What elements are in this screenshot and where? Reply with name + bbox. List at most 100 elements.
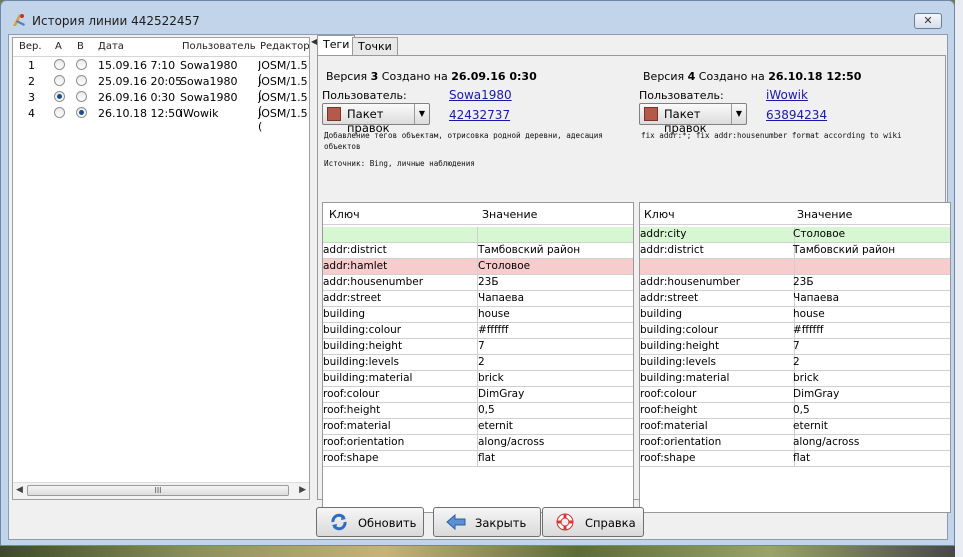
scrollbar-thumb[interactable]: III (27, 485, 289, 496)
chevron-down-icon[interactable]: ▼ (731, 104, 746, 124)
tag-key: roof:material (640, 420, 708, 432)
left-user-label: Пользователь: (322, 89, 407, 102)
tag-row[interactable]: roof:height 0,5 (640, 403, 950, 419)
version-number: 3 (28, 91, 35, 104)
radio-b[interactable] (76, 75, 87, 86)
col-a-header[interactable]: A (55, 41, 62, 52)
tag-value: Чапаева (793, 292, 840, 304)
tag-row[interactable]: addr:street Чапаева (323, 291, 633, 307)
tag-row[interactable]: roof:colour DimGray (640, 387, 950, 403)
version-row[interactable]: 3 26.09.16 0:30 Sowa1980 JOSM/1.5 ( (13, 90, 309, 117)
tag-row[interactable]: building house (323, 307, 633, 323)
tag-row[interactable]: roof:height 0,5 (323, 403, 633, 419)
col-b-header[interactable]: B (77, 41, 84, 52)
tag-row[interactable]: addr:district Тамбовский район (323, 243, 633, 259)
tag-row[interactable]: roof:shape flat (640, 451, 950, 467)
version-date: 15.09.16 7:10 (98, 59, 176, 72)
tags-tab-panel: Версия 3 Создано на 26.09.16 0:30 Пользо… (317, 55, 951, 513)
tag-row[interactable]: building:height 7 (323, 339, 633, 355)
left-tags-header: Ключ Значение (323, 203, 633, 225)
tag-row[interactable]: addr:street Чапаева (640, 291, 950, 307)
tag-row[interactable]: building:colour #ffffff (323, 323, 633, 339)
radio-a[interactable] (54, 59, 65, 70)
tag-row[interactable]: building:height 7 (640, 339, 950, 355)
col-user-header[interactable]: Пользователь (182, 41, 256, 52)
version-row[interactable]: 1 15.09.16 7:10 Sowa1980 JOSM/1.5 ( (13, 58, 309, 85)
tag-value: Тамбовский район (793, 244, 896, 256)
close-button[interactable]: Закрыть (433, 507, 541, 537)
horizontal-scrollbar[interactable]: ◀ III ▶ (13, 482, 309, 499)
tag-row[interactable]: addr:housenumber 23Б (640, 275, 950, 291)
title-bar[interactable]: История линии 442522457 ✕ (1, 1, 954, 37)
version-date: 25.09.16 20:05 (98, 75, 183, 88)
column-divider (794, 259, 795, 274)
tag-row[interactable]: addr:city Столовое (640, 227, 950, 243)
tag-value: Столовое (478, 260, 531, 272)
version-row[interactable]: 2 25.09.16 20:05 Sowa1980 JOSM/1.5 ( (13, 74, 309, 101)
radio-a[interactable] (54, 107, 65, 118)
version-date: 26.09.16 0:30 (98, 91, 176, 104)
right-changeset-comment: fix addr:*; fix addr:housenumber format … (641, 131, 902, 140)
scroll-right-icon[interactable]: ▶ (299, 485, 306, 495)
tag-row[interactable]: building:material brick (323, 371, 633, 387)
col-ver-header[interactable]: Вер. (19, 41, 42, 52)
tag-row[interactable]: building:material brick (640, 371, 950, 387)
tag-row[interactable]: building:colour #ffffff (640, 323, 950, 339)
tag-key: building:height (640, 340, 720, 352)
version-user: Sowa1980 (180, 91, 238, 104)
radio-b[interactable] (76, 91, 87, 102)
tag-key: roof:shape (640, 452, 696, 464)
left-changeset-source: Источник: Bing, личные наблюдения (324, 159, 475, 168)
tag-row[interactable]: roof:orientation along/across (640, 435, 950, 451)
window-close-button[interactable]: ✕ (914, 13, 942, 29)
tag-row[interactable]: addr:hamlet Столовое (323, 259, 633, 275)
tag-row[interactable]: roof:colour DimGray (323, 387, 633, 403)
tag-value: DimGray (793, 388, 840, 400)
col-editor-header[interactable]: Редактор (260, 41, 310, 52)
radio-a[interactable] (54, 75, 65, 86)
tag-value: house (793, 308, 825, 320)
tag-row[interactable] (640, 259, 950, 275)
tag-key: roof:height (323, 404, 381, 416)
tag-row[interactable]: addr:district Тамбовский район (640, 243, 950, 259)
tab-nodes[interactable]: Точки (352, 37, 398, 56)
tag-key: roof:orientation (323, 436, 405, 448)
col-date-header[interactable]: Дата (98, 41, 124, 52)
window-title: История линии 442522457 (32, 14, 200, 28)
tag-row[interactable]: building house (640, 307, 950, 323)
tag-row[interactable]: roof:material eternit (640, 419, 950, 435)
tag-value: 7 (793, 340, 800, 352)
tag-row[interactable]: roof:shape flat (323, 451, 633, 467)
tag-row[interactable] (323, 227, 633, 243)
tag-value: #ffffff (478, 324, 509, 336)
help-button[interactable]: Справка (542, 507, 644, 537)
back-arrow-icon (446, 513, 466, 531)
tag-value: along/across (478, 436, 545, 448)
version-date: 26.10.18 12:50 (98, 107, 183, 120)
tag-value: Тамбовский район (478, 244, 581, 256)
chevron-down-icon[interactable]: ▼ (414, 104, 429, 124)
right-user-label: Пользователь: (639, 89, 724, 102)
tag-value: DimGray (478, 388, 525, 400)
left-changeset-link[interactable]: 42432737 (449, 108, 510, 122)
scroll-left-icon[interactable]: ◀ (16, 485, 23, 495)
left-changeset-button[interactable]: Пакет правок ▼ (322, 103, 430, 135)
radio-b[interactable] (76, 59, 87, 70)
version-number: 4 (28, 107, 35, 120)
tag-row[interactable]: addr:housenumber 23Б (323, 275, 633, 291)
radio-a[interactable] (54, 91, 65, 102)
tag-row[interactable]: building:levels 2 (323, 355, 633, 371)
tag-row[interactable]: building:levels 2 (640, 355, 950, 371)
tag-row[interactable]: roof:material eternit (323, 419, 633, 435)
tab-tags[interactable]: Теги (317, 35, 356, 56)
version-row[interactable]: 4 26.10.18 12:50 iWowik JOSM/1.5 ( (13, 106, 309, 133)
right-changeset-button[interactable]: Пакет правок ▼ (639, 103, 747, 135)
tag-row[interactable]: roof:orientation along/across (323, 435, 633, 451)
right-changeset-link[interactable]: 63894234 (766, 108, 827, 122)
version-user: Sowa1980 (180, 75, 238, 88)
right-user-link[interactable]: iWowik (766, 88, 808, 102)
refresh-button[interactable]: Обновить (316, 507, 424, 537)
version-user: Sowa1980 (180, 59, 238, 72)
left-user-link[interactable]: Sowa1980 (449, 88, 512, 102)
radio-b[interactable] (76, 107, 87, 118)
